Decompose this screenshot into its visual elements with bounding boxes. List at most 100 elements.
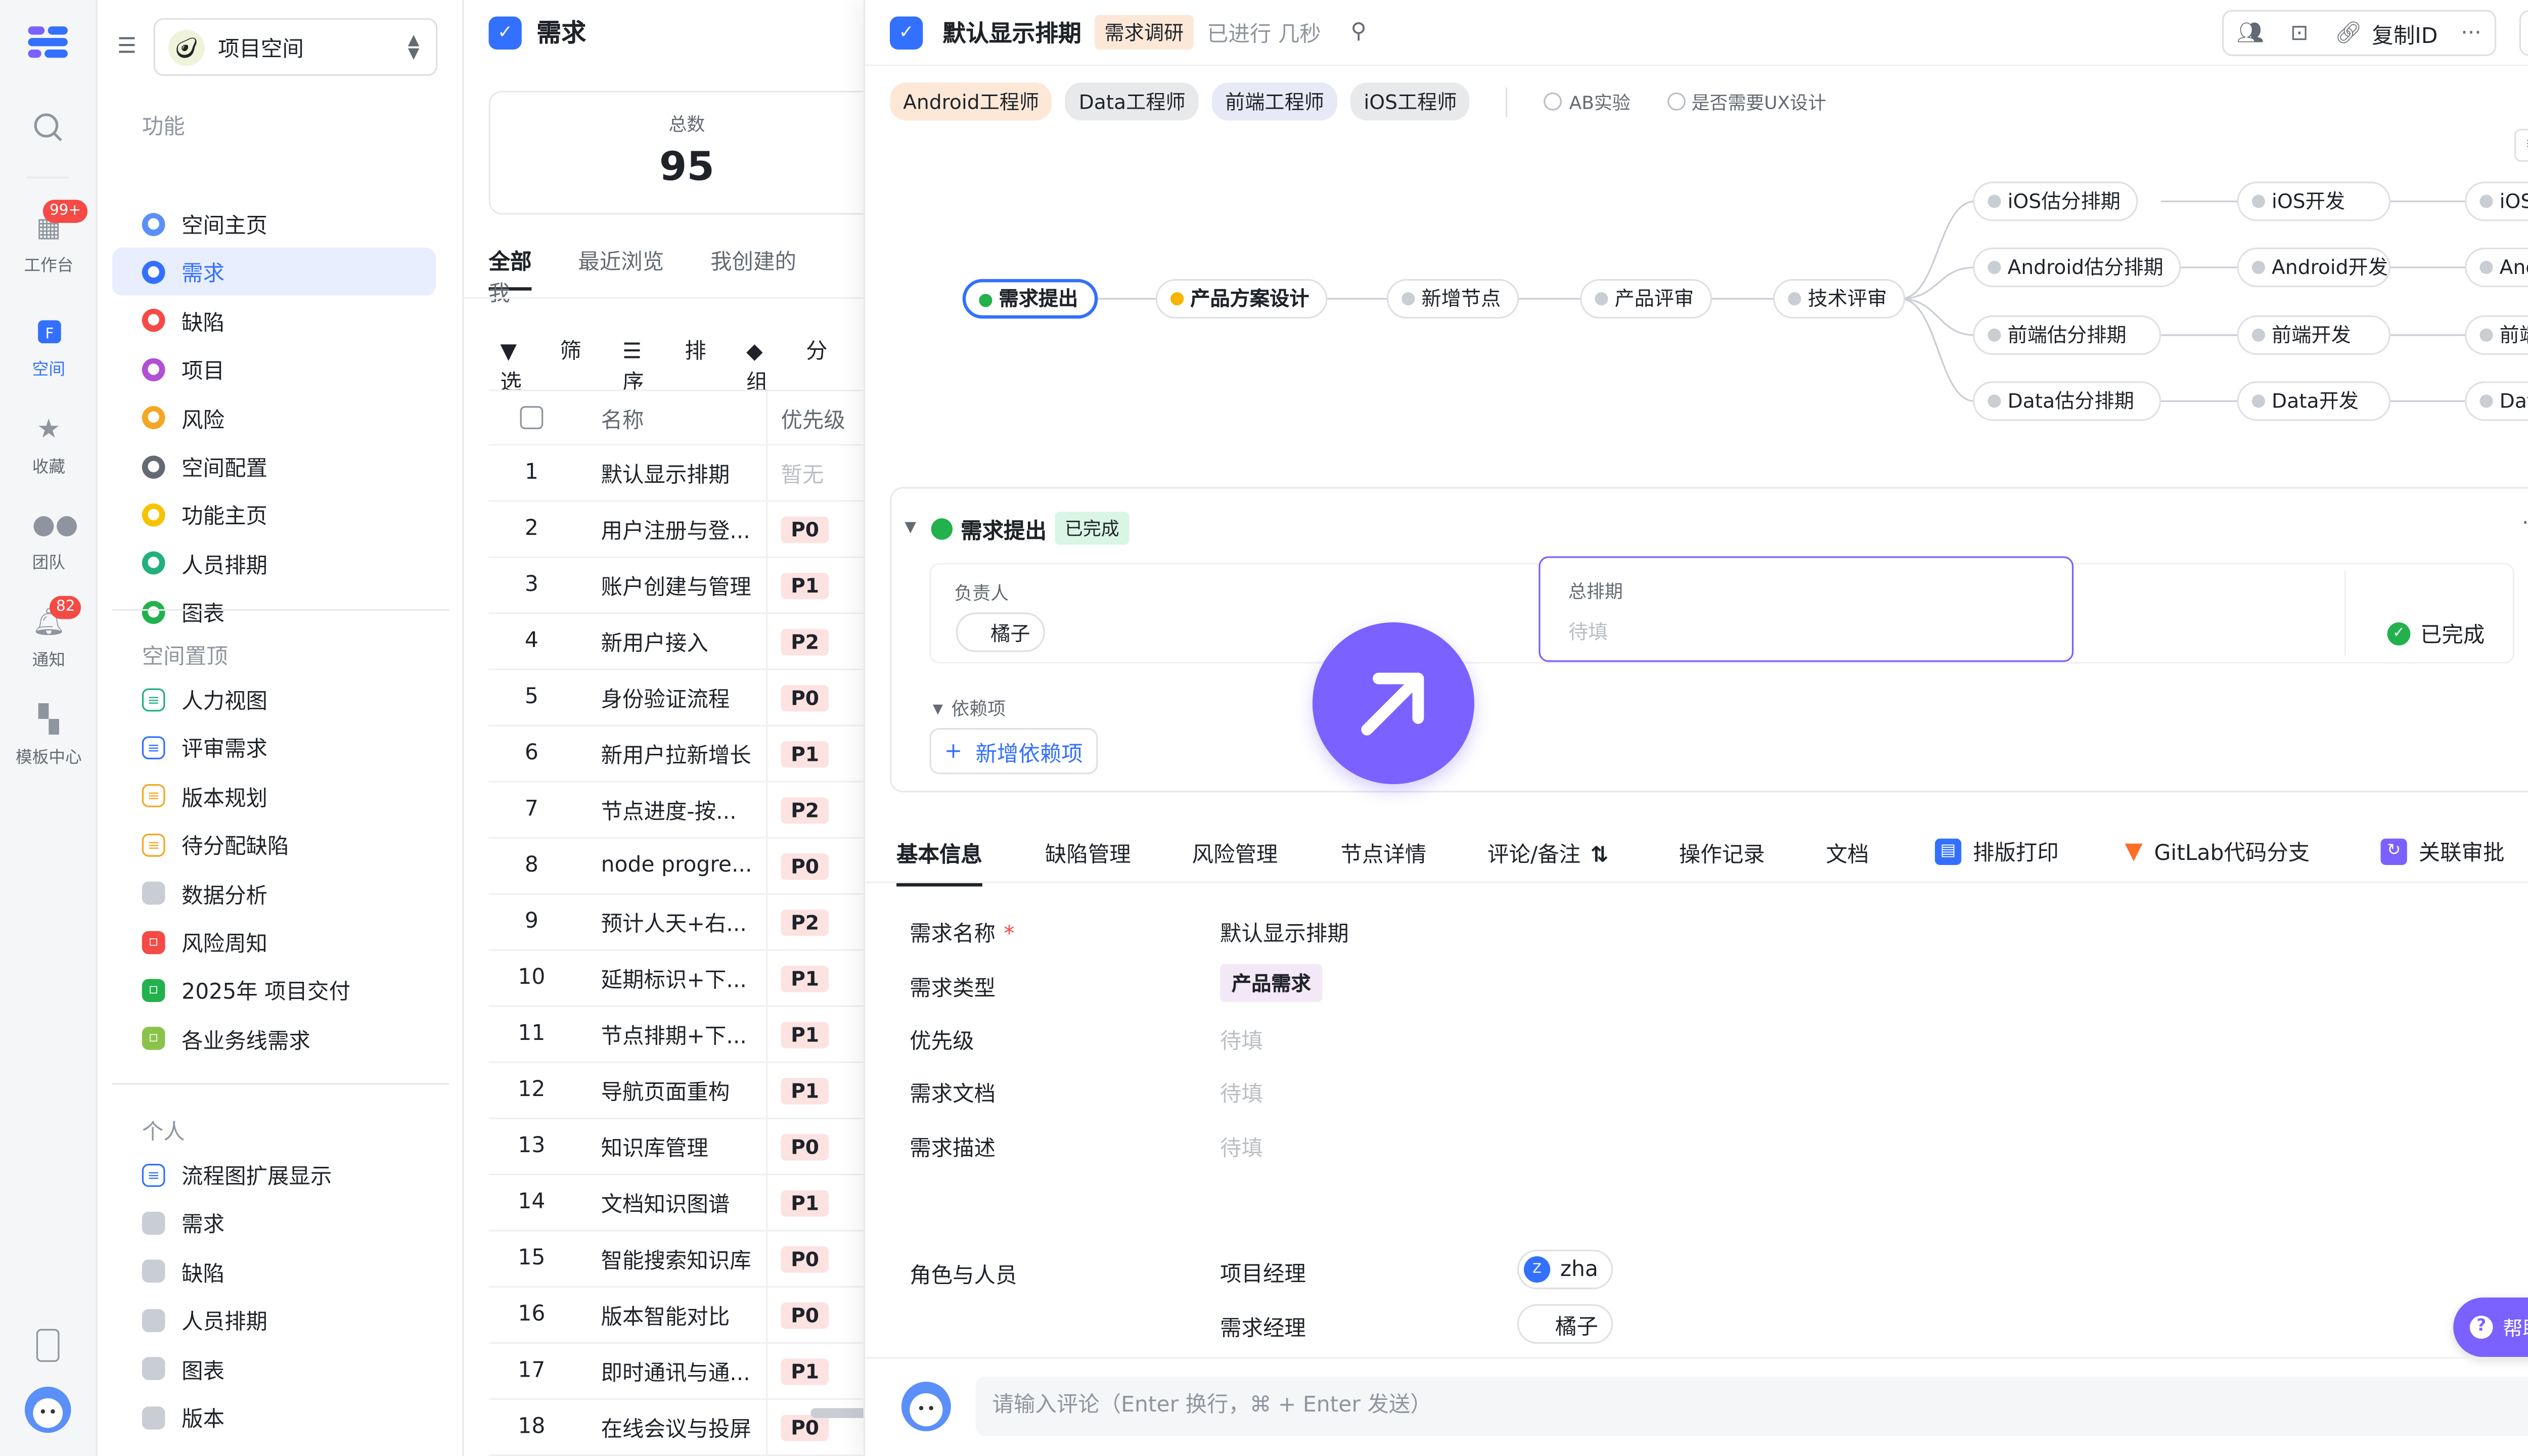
name-value[interactable]: 默认显示排期 <box>1220 916 1349 947</box>
flow-node-data-estimate[interactable]: Data估分排期 <box>1973 381 2161 421</box>
sidebar-item-personal-5[interactable]: 版本 <box>112 1393 436 1441</box>
rail-space[interactable]: F 空间 <box>0 315 98 380</box>
tab-risks[interactable]: 风险管理 <box>1192 837 1278 869</box>
schedule-field[interactable]: 总排期 待填 <box>1539 556 2074 662</box>
deps-caret-icon[interactable]: ▼ <box>933 701 943 715</box>
select-all-checkbox[interactable] <box>520 406 544 429</box>
doc-value[interactable]: 待填 <box>1220 1076 1263 1108</box>
tab-docs[interactable]: 文档 <box>1826 837 1869 869</box>
sidebar-item-features-8[interactable]: ● 图表 <box>112 588 436 636</box>
flow-node-android-test[interactable]: Android测试 <box>2465 247 2528 288</box>
table-row[interactable]: 13 知识库管理 P0 <box>488 1119 885 1175</box>
sidebar-item-features-5[interactable]: ● 空间配置 <box>112 442 436 490</box>
total-count-card[interactable]: 总数 95 <box>488 90 885 215</box>
sidebar-item-pinned-4[interactable]: 数据分析 <box>112 869 436 917</box>
role-chip-android[interactable]: Android工程师 <box>889 82 1053 121</box>
rail-templates[interactable]: ▚ 模板中心 <box>0 703 98 767</box>
table-row[interactable]: 4 新用户接入 P2 <box>488 614 885 670</box>
tab-node-details[interactable]: 节点详情 <box>1340 837 1426 869</box>
members-icon[interactable]: 👥︎ <box>2237 21 2264 46</box>
table-row[interactable]: 5 身份验证流程 P0 <box>488 670 885 726</box>
tab-created[interactable]: 我创建的 <box>710 251 796 276</box>
horizontal-scrollbar[interactable] <box>810 1408 869 1418</box>
filter-button[interactable]: ▼︎ 筛选 <box>500 334 586 396</box>
link-icon[interactable]: 🔗︎ <box>2335 21 2362 46</box>
table-row[interactable]: 16 版本智能对比 P0 <box>488 1287 885 1344</box>
priority-value[interactable]: 待填 <box>1220 1023 1263 1055</box>
sidebar-item-pinned-2[interactable]: ≡ 版本规划 <box>112 772 436 820</box>
flow-node-ios-dev[interactable]: iOS开发 <box>2237 181 2391 221</box>
tab-comments[interactable]: 评论/备注 ⇅ <box>1487 837 1608 869</box>
tab-history[interactable]: 操作记录 <box>1679 837 1765 869</box>
flow-node-frontend-estimate[interactable]: 前端估分排期 <box>1973 315 2161 355</box>
pm-chip[interactable]: Z zha <box>1517 1249 1613 1290</box>
sidebar-item-pinned-5[interactable]: ▫ 风险周知 <box>112 918 436 966</box>
group-button[interactable]: ◆ 分组 <box>746 334 832 396</box>
table-row[interactable]: 7 节点进度-按... P2 <box>488 782 885 839</box>
table-row[interactable]: 17 即时通讯与通... P1 <box>488 1343 885 1400</box>
table-row[interactable]: 12 导航页面重构 P1 <box>488 1063 885 1119</box>
sidebar-item-personal-2[interactable]: 缺陷 <box>112 1248 436 1296</box>
add-dependency-button[interactable]: + 新增依赖项 <box>929 727 1098 775</box>
flow-node-new[interactable]: 新增节点 <box>1386 279 1519 319</box>
sidebar-item-pinned-7[interactable]: ▫ 各业务线需求 <box>112 1015 436 1063</box>
space-selector[interactable]: 🥑︎ 项目空间 ▲ ▼ <box>153 18 438 76</box>
collapse-sidebar-icon[interactable]: ☰ <box>117 35 137 60</box>
sidebar-item-features-3[interactable]: ● 项目 <box>112 345 436 393</box>
sidebar-item-pinned-0[interactable]: ≡ 人力视图 <box>112 675 436 723</box>
sidebar-item-pinned-6[interactable]: ▫ 2025年 项目交付 <box>112 966 436 1014</box>
pin-icon[interactable]: ⚲ <box>1351 20 1367 44</box>
table-row[interactable]: 1 默认显示排期 暂无 <box>488 445 885 502</box>
flow-node-frontend-dev[interactable]: 前端开发 <box>2237 315 2391 355</box>
card-more-icon[interactable]: ··· <box>2522 512 2528 536</box>
rm-chip[interactable]: 橘子 <box>1517 1304 1613 1344</box>
rail-workbench[interactable]: ▦ 工作台 99+ <box>0 200 98 276</box>
option-ux-design[interactable]: 是否需要UX设计 <box>1666 88 1826 115</box>
comment-input[interactable]: 请输入评论（Enter 换行，⌘ + Enter 发送） <box>975 1377 2528 1436</box>
flow-node-product-review[interactable]: 产品评审 <box>1579 279 1712 319</box>
flow-node-request[interactable]: 需求提出 <box>962 279 1098 319</box>
search-icon[interactable] <box>31 111 64 144</box>
sidebar-item-personal-0[interactable]: ≡ 流程图扩展显示 <box>112 1151 436 1199</box>
table-row[interactable]: 15 智能搜索知识库 P0 <box>488 1231 885 1288</box>
rail-team[interactable]: ●● 团队 <box>0 509 98 573</box>
close-button[interactable]: ✕ <box>2519 10 2528 57</box>
rail-favorites[interactable]: ★ 收藏 <box>0 413 98 477</box>
flow-node-frontend-test[interactable]: 前端测试 <box>2465 315 2528 355</box>
table-row[interactable]: 3 账户创建与管理 P1 <box>488 558 885 614</box>
tab-basic-info[interactable]: 基本信息 <box>896 837 982 887</box>
table-row[interactable]: 11 节点排期+下... P1 <box>488 1007 885 1063</box>
more-icon[interactable]: ··· <box>2461 21 2481 46</box>
help-button[interactable]: ? 帮助 <box>2453 1297 2528 1357</box>
role-chip-data[interactable]: Data工程师 <box>1065 82 1199 121</box>
sidebar-item-features-1[interactable]: ● 需求 <box>112 248 436 296</box>
type-value[interactable]: 产品需求 <box>1220 964 1323 1003</box>
tab-recent[interactable]: 最近浏览 <box>578 251 664 276</box>
role-chip-frontend[interactable]: 前端工程师 <box>1211 82 1338 121</box>
role-chip-ios[interactable]: iOS工程师 <box>1350 82 1470 121</box>
sort-button[interactable]: ☰ 排序 <box>622 334 710 396</box>
option-ab-test[interactable]: AB实验 <box>1544 88 1631 115</box>
sidebar-item-personal-3[interactable]: 人员排期 <box>112 1296 436 1344</box>
flow-node-android-estimate[interactable]: Android估分排期 <box>1973 247 2182 288</box>
tab-print-layout[interactable]: ▤ 排版打印 <box>1934 835 2059 867</box>
flow-node-ios-estimate[interactable]: iOS估分排期 <box>1973 181 2139 221</box>
table-row[interactable]: 6 新用户拉新增长 P1 <box>488 726 885 783</box>
desc-value[interactable]: 待填 <box>1220 1131 1263 1162</box>
flow-node-data-test[interactable]: Data测试 <box>2465 381 2528 421</box>
open-external-button[interactable] <box>1312 622 1474 785</box>
flow-node-tech-review[interactable]: 技术评审 <box>1773 279 1906 319</box>
table-row[interactable]: 9 预计人天+右... P2 <box>488 894 885 951</box>
owner-chip[interactable]: 橘子 <box>956 612 1045 652</box>
view-settings-icon[interactable]: ≡ <box>2514 128 2528 162</box>
sidebar-item-features-6[interactable]: ● 功能主页 <box>112 491 436 539</box>
sidebar-item-pinned-1[interactable]: ≡ 评审需求 <box>112 723 436 771</box>
stage-chip[interactable]: 需求调研 <box>1094 15 1194 50</box>
sidebar-item-personal-1[interactable]: 需求 <box>112 1199 436 1247</box>
tab-gitlab[interactable]: ▼ GitLab代码分支 <box>2125 835 2310 867</box>
collapse-caret-icon[interactable]: ▼ <box>905 520 916 537</box>
user-avatar[interactable] <box>24 1386 71 1433</box>
mobile-icon[interactable] <box>36 1329 60 1362</box>
flow-node-product-design[interactable]: 产品方案设计 <box>1155 279 1328 319</box>
copy-id-button[interactable]: 复制ID <box>2372 17 2437 49</box>
